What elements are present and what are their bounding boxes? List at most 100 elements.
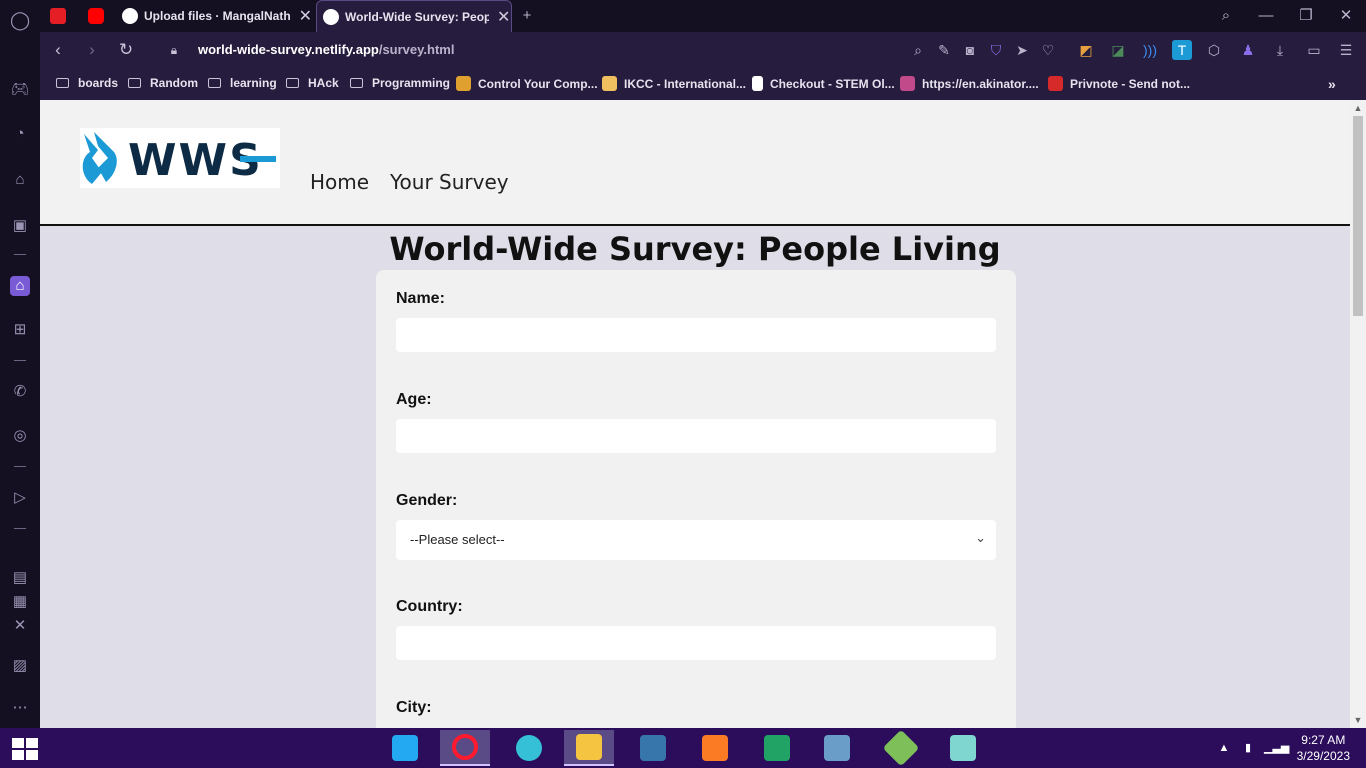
xampp-icon — [702, 735, 728, 761]
taskbar-virtualbox[interactable] — [812, 730, 862, 766]
vscode-icon — [392, 735, 418, 761]
new-tab-icon[interactable]: + — [517, 6, 537, 26]
reload-icon[interactable]: ↻ — [116, 40, 136, 60]
taskbar-xampp[interactable] — [690, 730, 740, 766]
close-tab-icon[interactable]: ✕ — [299, 6, 312, 26]
bookmark-folder[interactable]: Programming — [350, 76, 450, 90]
instagram-icon[interactable]: ◎ — [10, 426, 30, 446]
extension-4-icon[interactable]: T — [1172, 40, 1192, 60]
more-icon[interactable]: ⋯ — [10, 698, 30, 718]
game-controller-icon[interactable]: ⊞ — [10, 320, 30, 340]
bookmark-item[interactable]: https://en.akinator.... — [900, 76, 1039, 91]
player-icon[interactable]: ▷ — [10, 488, 30, 508]
store-icon — [764, 735, 790, 761]
address-bar: ‹ › ↻ 🔒︎ world-wide-survey.netlify.app/s… — [40, 32, 1366, 68]
extension-2-icon[interactable]: ◪ — [1108, 40, 1128, 60]
bookmark-item[interactable]: IKCC - International... — [602, 76, 746, 91]
nav-home[interactable]: Home — [310, 170, 369, 194]
ram-limiter-icon[interactable]: ▤ — [10, 568, 30, 588]
battery-saver-icon[interactable]: ▭ — [1304, 40, 1324, 60]
cpu-icon[interactable]: ▣ — [10, 216, 30, 236]
network-limiter-icon[interactable]: ✕ — [10, 616, 30, 636]
scroll-up-icon[interactable]: ▲ — [1353, 103, 1363, 113]
zoom-icon[interactable]: ⌕ — [908, 40, 928, 60]
wws-logo[interactable]: WWS — [80, 128, 280, 188]
tab-survey[interactable]: World-Wide Survey: People ✕ — [316, 0, 512, 32]
edit-icon[interactable]: ✎ — [934, 40, 954, 60]
nav-your-survey[interactable]: Your Survey — [390, 170, 509, 194]
opera-menu-icon[interactable]: ◯ — [10, 10, 30, 30]
download-icon[interactable]: ⤓ — [1270, 40, 1290, 60]
speed-dial-icon[interactable]: ◔ — [10, 124, 30, 144]
extensions-cube-icon[interactable]: ⬡ — [1204, 40, 1224, 60]
clock-date: 3/29/2023 — [1296, 749, 1350, 763]
wifi-icon[interactable]: ▁▃▅ — [1264, 740, 1289, 756]
taskbar-clock[interactable]: 9:27 AM 3/29/2023 — [1297, 732, 1350, 764]
url-field[interactable]: world-wide-survey.netlify.app/survey.htm… — [198, 42, 454, 57]
scroll-down-icon[interactable]: ▼ — [1353, 715, 1363, 725]
bookmarks-overflow-icon[interactable]: » — [1328, 76, 1336, 92]
camera-icon[interactable]: ◙ — [960, 40, 980, 60]
taskbar-excel-store[interactable] — [752, 730, 802, 766]
folder-icon — [350, 78, 363, 88]
taskbar-gitkraken[interactable] — [876, 729, 926, 767]
bookmark-label: Programming — [372, 76, 451, 90]
close-tab-icon[interactable]: ✕ — [497, 7, 510, 27]
clock-time: 9:27 AM — [1301, 733, 1346, 747]
age-input[interactable] — [396, 419, 996, 453]
bookmark-folder[interactable]: Random — [128, 76, 198, 90]
sidebar-divider — [14, 528, 26, 529]
gamepad-icon[interactable]: 🎮︎ — [10, 80, 30, 100]
bookmark-folder[interactable]: learning — [208, 76, 277, 90]
folder-icon — [56, 78, 69, 88]
adblock-icon[interactable]: ⛉ — [986, 40, 1006, 60]
country-input[interactable] — [396, 626, 996, 660]
cpu-limiter-icon[interactable]: ▦ — [10, 592, 30, 612]
bookmark-folder[interactable]: HAck — [286, 76, 339, 90]
page-scrollbar[interactable]: ▲ ▼ — [1350, 100, 1366, 728]
profile-icon[interactable]: ♟ — [1238, 40, 1258, 60]
send-icon[interactable]: ➤ — [1012, 40, 1032, 60]
minimize-icon[interactable]: — — [1256, 6, 1276, 26]
bookmark-item[interactable]: Control Your Comp... — [456, 76, 598, 91]
tab-pinned-youtube[interactable] — [88, 0, 110, 32]
page-title: World-Wide Survey: People Living — [389, 230, 1001, 268]
search-tabs-icon[interactable]: ⌕ — [1216, 6, 1236, 26]
whatsapp-icon[interactable]: ✆ — [10, 382, 30, 402]
workspaces-icon[interactable]: ⌂ — [10, 170, 30, 190]
pen-icon[interactable]: ▮ — [1240, 740, 1256, 756]
heart-icon[interactable]: ♡ — [1038, 40, 1058, 60]
easy-setup-icon[interactable]: ☰ — [1336, 40, 1356, 60]
restore-icon[interactable]: ❐ — [1296, 6, 1316, 26]
close-window-icon[interactable]: ✕ — [1336, 6, 1356, 26]
bookmark-folder[interactable]: boards — [56, 76, 118, 90]
taskbar-file-explorer[interactable] — [564, 730, 614, 766]
extension-1-icon[interactable]: ◩ — [1076, 40, 1096, 60]
back-icon[interactable]: ‹ — [48, 40, 68, 60]
lock-icon[interactable]: 🔒︎ — [164, 40, 184, 60]
gender-select[interactable]: --Please select-- ⌄ — [396, 520, 996, 560]
tray-overflow-icon[interactable]: ▲ — [1216, 740, 1232, 756]
name-input[interactable] — [396, 318, 996, 352]
extension-3-icon[interactable]: ))) — [1140, 40, 1160, 60]
tab-github[interactable]: Upload files · MangalNathYa ✕ — [122, 0, 312, 32]
bookmark-label: Random — [150, 76, 198, 90]
taskbar-opera[interactable] — [440, 730, 490, 766]
bookmark-label: Control Your Comp... — [478, 76, 598, 91]
taskbar-vscode[interactable] — [380, 730, 430, 766]
taskbar-python[interactable] — [628, 730, 678, 766]
home-icon[interactable]: ⌂ — [10, 276, 30, 296]
forward-icon[interactable]: › — [82, 40, 102, 60]
scroll-thumb[interactable] — [1353, 116, 1363, 316]
bookmark-item[interactable]: Privnote - Send not... — [1048, 76, 1190, 91]
virtualbox-icon — [824, 735, 850, 761]
bookmark-item[interactable]: Checkout - STEM Ol... — [752, 76, 895, 91]
taskbar-edge[interactable] — [504, 730, 554, 766]
taskbar-notes[interactable] — [938, 730, 988, 766]
gallery-icon[interactable]: ▨ — [10, 656, 30, 676]
site-favicon-icon — [900, 76, 915, 91]
windows-start-icon[interactable] — [12, 738, 38, 760]
github-icon — [122, 8, 138, 24]
tab-pinned-am[interactable] — [50, 0, 72, 32]
site-favicon-icon — [602, 76, 617, 91]
